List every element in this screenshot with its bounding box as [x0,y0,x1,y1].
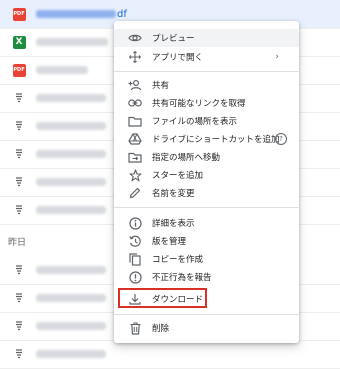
file-icon [12,263,26,277]
menu-divider [114,314,299,315]
pdf-file-icon: PDF [12,7,26,21]
menu-item-label: 削除 [152,324,170,334]
chevron-right-icon: › [275,52,279,62]
menu-item-label: 詳細を表示 [152,219,195,229]
file-icon [12,175,26,189]
menu-item-show-details[interactable]: 詳細を表示 [114,214,299,232]
excel-file-icon: X [12,35,26,49]
file-icon [12,347,26,361]
file-name [36,10,116,18]
menu-item-add-star[interactable]: スターを追加 [114,166,299,184]
file-name [36,266,106,274]
file-name [36,150,106,158]
menu-item-report-abuse[interactable]: 不正行為を報告 [114,268,299,286]
file-name [36,94,106,102]
file-row[interactable] [0,340,340,369]
info-icon [128,216,142,230]
menu-item-label: コピーを作成 [152,255,204,265]
menu-divider [114,71,299,72]
pencil-icon [128,186,142,200]
file-name [36,66,88,74]
file-name [36,350,106,358]
copy-icon [128,252,142,266]
file-name [36,38,108,46]
file-icon [12,147,26,161]
file-icon [12,91,26,105]
section-label-yesterday: 昨日 [8,238,27,248]
menu-item-make-copy[interactable]: コピーを作成 [114,250,299,268]
versions-icon [128,234,142,248]
menu-item-move-to[interactable]: 指定の場所へ移動 [114,148,299,166]
report-icon [128,270,142,284]
folder-move-icon [128,150,142,164]
trash-icon [128,321,142,335]
move-arrows-icon [128,50,142,64]
download-highlight-box [118,288,207,308]
menu-item-delete[interactable]: 削除 [114,319,299,337]
file-name [36,322,106,330]
menu-item-share[interactable]: 共有 [114,76,299,94]
menu-item-label: アプリで開く [152,53,204,63]
file-name [36,178,106,186]
file-icon [12,203,26,217]
menu-item-label: 共有可能なリンクを取得 [152,99,246,109]
eye-icon [128,31,142,45]
star-icon [128,168,142,182]
file-name-suffix: df [117,8,127,20]
file-icon [12,119,26,133]
menu-item-open-with[interactable]: アプリで開く › [114,48,299,66]
menu-item-label: 指定の場所へ移動 [152,153,221,163]
menu-item-get-link[interactable]: 共有可能なリンクを取得 [114,94,299,112]
menu-item-label: 共有 [152,81,170,91]
file-name [36,122,106,130]
folder-icon [128,114,142,128]
menu-item-label: 不正行為を報告 [152,273,212,283]
file-icon [12,291,26,305]
menu-item-label: スターを追加 [152,171,204,181]
menu-item-label: 版を管理 [152,237,187,247]
menu-item-label: プレビュー [152,34,195,44]
menu-item-manage-versions[interactable]: 版を管理 [114,232,299,250]
file-icon [12,319,26,333]
menu-item-label: ファイルの場所を表示 [152,117,238,127]
file-name [36,294,106,302]
help-icon[interactable]: ? [275,133,287,145]
drive-shortcut-icon [128,132,142,146]
menu-item-label: 名前を変更 [152,189,195,199]
menu-divider [114,207,299,208]
menu-item-label: ドライブにショートカットを追加 [152,135,280,145]
menu-item-rename[interactable]: 名前を変更 [114,184,299,202]
file-name [36,206,106,214]
pdf-file-icon: PDF [12,63,26,77]
menu-item-show-location[interactable]: ファイルの場所を表示 [114,112,299,130]
menu-item-preview[interactable]: プレビュー [114,29,299,47]
add-person-icon [128,78,142,92]
menu-item-add-shortcut[interactable]: ドライブにショートカットを追加 ? [114,130,299,148]
link-icon [128,96,142,110]
